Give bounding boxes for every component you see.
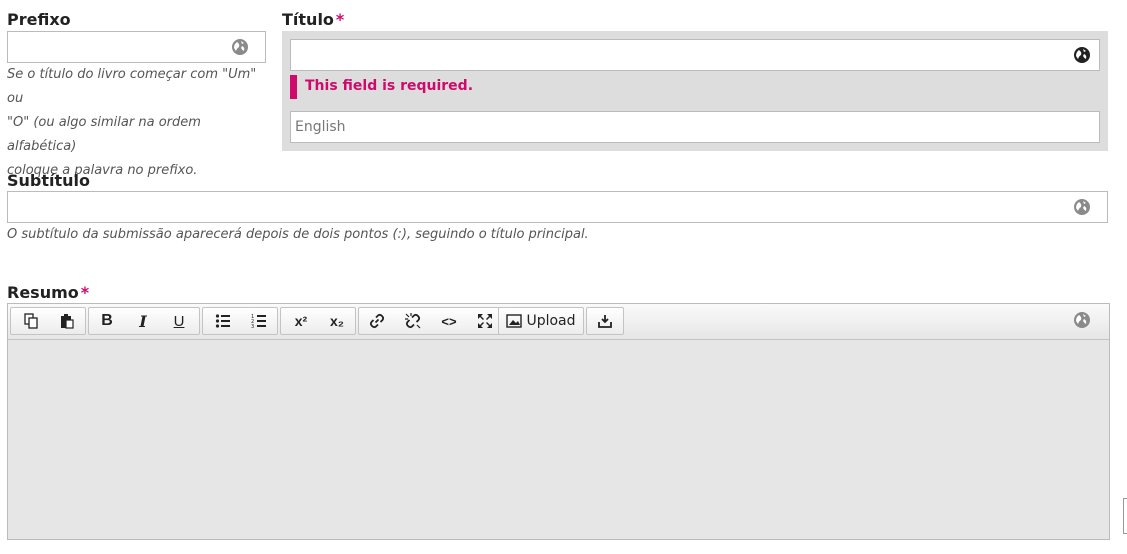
toolbar-group-upload: Upload [498,307,584,335]
upload-button[interactable]: Upload [499,308,583,334]
subscript-button[interactable]: x₂ [319,308,355,334]
prefix-globe-icon[interactable] [232,39,248,55]
copy-icon[interactable] [13,308,49,334]
italic-button[interactable]: I [125,308,161,334]
side-tab-handle[interactable] [1123,498,1127,534]
toolbar-group-format: B I U [88,307,200,335]
superscript-button[interactable]: x² [283,308,319,334]
svg-text:3: 3 [251,324,254,329]
title-input[interactable] [290,39,1100,71]
prefix-label: Prefixo [7,10,71,29]
title-error-message: This field is required. [305,78,474,94]
underline-button[interactable]: U [161,308,197,334]
subtitle-label-text: Subtítulo [7,171,91,190]
abstract-editor[interactable]: B I U 123 x² x₂ <> Upload [7,303,1110,540]
title-globe-icon[interactable] [1074,47,1090,63]
toolbar-group-insert: <> [358,307,504,335]
subtitle-label: Subtítulo [7,171,90,190]
insert-icon[interactable] [587,308,623,334]
paste-icon[interactable] [49,308,85,334]
title-label: Título * [282,10,344,29]
abstract-label-text: Resumo [7,283,79,302]
error-indicator [290,75,297,99]
subtitle-input[interactable] [7,191,1108,223]
toolbar-group-insert-file [586,307,624,335]
numbered-list-icon[interactable]: 123 [241,308,277,334]
editor-toolbar: B I U 123 x² x₂ <> Upload [8,304,1109,340]
title-label-text: Título [282,10,334,29]
prefix-input[interactable] [7,31,266,63]
prefix-help-line: Se o título do livro começar com "Um" ou [7,67,257,106]
prefix-help-line: "O" (ou algo similar na ordem alfabética… [7,115,201,154]
unlink-icon[interactable] [395,308,431,334]
code-button[interactable]: <> [431,308,467,334]
abstract-label: Resumo * [7,283,89,302]
subtitle-globe-icon[interactable] [1074,199,1090,215]
prefix-label-text: Prefixo [7,10,71,29]
subtitle-help: O subtítulo da submissão aparecerá depoi… [7,227,589,242]
bold-button[interactable]: B [89,308,125,334]
image-icon [506,314,523,328]
upload-label: Upload [526,313,576,329]
link-icon[interactable] [359,308,395,334]
toolbar-group-lists: 123 [202,307,278,335]
abstract-globe-icon[interactable] [1074,312,1090,328]
bullet-list-icon[interactable] [205,308,241,334]
toolbar-group-script: x² x₂ [280,307,356,335]
prefix-help: Se o título do livro começar com "Um" ou… [7,63,269,183]
required-mark: * [80,283,90,302]
toolbar-group-clipboard [10,307,86,335]
title-english-input[interactable]: English [290,111,1100,143]
required-mark: * [335,10,345,29]
